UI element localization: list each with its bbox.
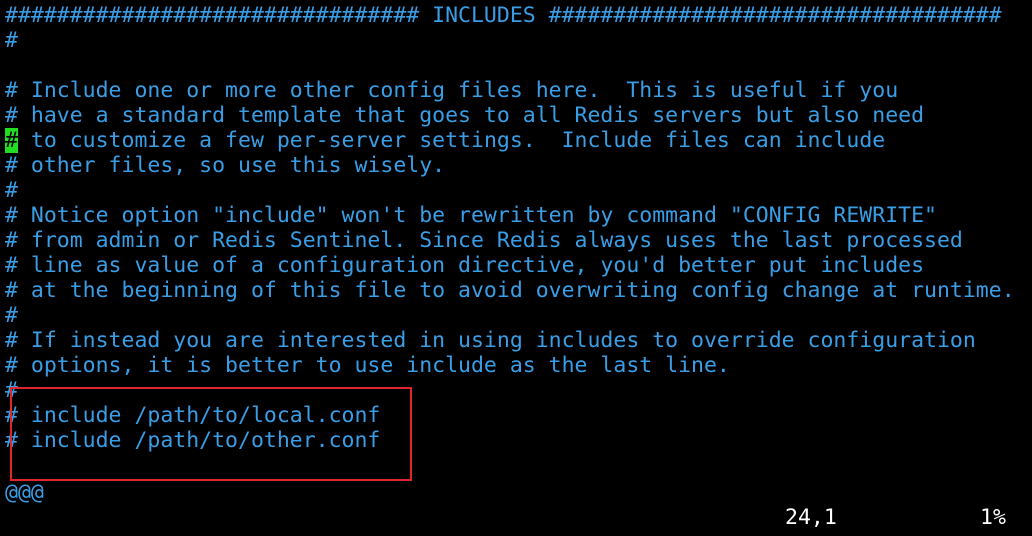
editor-line-text: to customize a few per-server settings. … — [17, 128, 886, 153]
scroll-percent-indicator: 1% — [980, 505, 1006, 530]
editor-line-with-cursor: # to customize a few per-server settings… — [5, 128, 885, 153]
editor-line: # — [5, 28, 18, 53]
vim-editor[interactable]: ################################ INCLUDE… — [0, 0, 1032, 536]
editor-line: # Notice option "include" won't be rewri… — [5, 203, 937, 228]
editor-line: # — [5, 378, 18, 403]
text-cursor[interactable]: # — [5, 128, 18, 153]
editor-line-include-other: # include /path/to/other.conf — [5, 428, 381, 453]
editor-line: # — [5, 178, 18, 203]
editor-line: # — [5, 303, 18, 328]
cursor-position-indicator: 24,1 — [785, 505, 837, 530]
editor-line: # other files, so use this wisely. — [5, 153, 446, 178]
editor-line: # at the beginning of this file to avoid… — [5, 278, 1015, 303]
editor-line: # If instead you are interested in using… — [5, 328, 976, 353]
editor-line: # Include one or more other config files… — [5, 78, 899, 103]
editor-line: # options, it is better to use include a… — [5, 353, 730, 378]
editor-line: # line as value of a configuration direc… — [5, 253, 925, 278]
editor-line: # from admin or Redis Sentinel. Since Re… — [5, 228, 963, 253]
editor-line: ################################ INCLUDE… — [5, 3, 1002, 28]
editor-line-include-local: # include /path/to/local.conf — [5, 403, 381, 428]
editor-line: # have a standard template that goes to … — [5, 103, 925, 128]
truncation-marker: @@@ — [5, 480, 44, 505]
